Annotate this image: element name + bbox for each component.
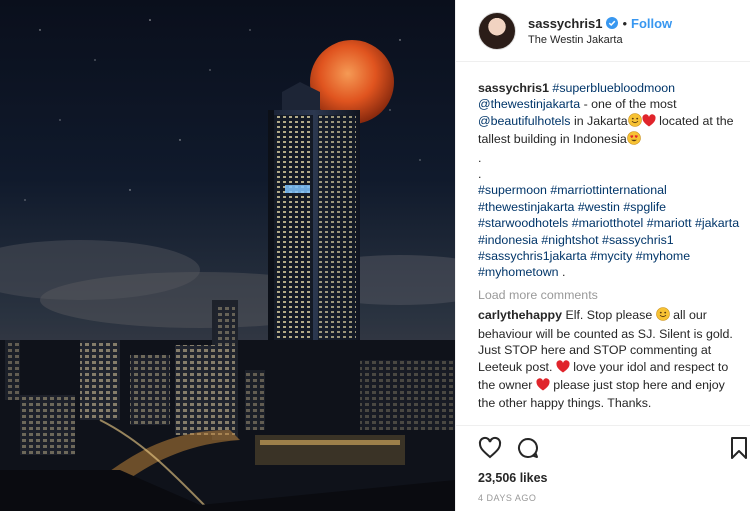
- action-icons: [478, 436, 540, 460]
- caption-hashtag-link[interactable]: #indonesia: [478, 233, 538, 247]
- comment-text: Elf. Stop please all our behaviour will …: [478, 307, 733, 410]
- heart-eyes-emoji-icon: [626, 131, 641, 149]
- caption-text: #superbluebloodmoon @thewestinjakarta - …: [478, 81, 739, 279]
- post-photo[interactable]: [0, 0, 455, 511]
- smile-emoji-icon: [627, 113, 642, 131]
- follow-button[interactable]: Follow: [631, 16, 672, 31]
- caption-hashtag-link[interactable]: #nightshot: [541, 233, 598, 247]
- location-link[interactable]: The Westin Jakarta: [528, 34, 672, 46]
- heart-emoji-icon: [642, 114, 656, 131]
- post-username[interactable]: sassychris1: [528, 16, 602, 31]
- photo-scene: [0, 19, 455, 511]
- header-text: sassychris1 • Follow The Westin Jakarta: [528, 16, 672, 46]
- caption-hashtag-link[interactable]: #sassychris1jakarta: [478, 249, 587, 263]
- smile-emoji-icon: [655, 307, 670, 325]
- caption-username[interactable]: sassychris1: [478, 81, 549, 95]
- city-skyline: [0, 300, 455, 511]
- post-sidebar: sassychris1 • Follow The Westin Jakarta …: [455, 0, 750, 511]
- comments-list: sassychris1 #superbluebloodmoon @thewest…: [478, 80, 740, 412]
- likes-count[interactable]: 23,506 likes: [478, 471, 548, 485]
- action-bar: 23,506 likes 4 DAYS AGO: [456, 425, 750, 511]
- caption-hashtag-link[interactable]: #mariotthotel: [572, 216, 644, 230]
- separator-dot: •: [622, 15, 628, 31]
- comment-username[interactable]: carlythehappy: [478, 308, 562, 322]
- avatar[interactable]: [478, 11, 516, 50]
- heart-icon[interactable]: [478, 436, 502, 460]
- post-header: sassychris1 • Follow The Westin Jakarta: [456, 0, 750, 62]
- caption-text-segment: in Jakarta: [570, 113, 628, 128]
- caption-hashtag-link[interactable]: #superbluebloodmoon: [552, 81, 675, 95]
- caption-hashtag-link[interactable]: #starwoodhotels: [478, 216, 568, 230]
- comment-text-segment: Elf. Stop please: [562, 308, 656, 323]
- caption-hashtag-link[interactable]: @beautifulhotels: [478, 114, 571, 128]
- verified-badge-icon: [606, 17, 619, 29]
- caption-hashtag-link[interactable]: #mycity: [590, 249, 632, 263]
- caption-hashtag-link[interactable]: #mariott: [647, 216, 692, 230]
- caption-hashtag-link[interactable]: #sassychris1: [602, 233, 674, 247]
- comment-item: carlythehappy Elf. Stop please all our b…: [478, 307, 740, 411]
- caption-text-segment: - one of the most: [580, 97, 677, 112]
- caption-hashtag-link[interactable]: #westin: [578, 200, 620, 214]
- caption-comment: sassychris1 #superbluebloodmoon @thewest…: [478, 80, 740, 281]
- load-more-comments-button[interactable]: Load more comments: [478, 287, 740, 303]
- post-timestamp: 4 DAYS AGO: [478, 493, 537, 503]
- caption-hashtag-link[interactable]: @thewestinjakarta: [478, 97, 580, 111]
- caption-text-segment: .: [478, 167, 482, 182]
- caption-hashtag-link[interactable]: #myhometown: [478, 265, 559, 279]
- comment-icon[interactable]: [516, 436, 540, 460]
- caption-hashtag-link[interactable]: #jakarta: [695, 216, 739, 230]
- header-top-row: sassychris1 • Follow: [528, 16, 672, 31]
- bookmark-icon[interactable]: [727, 436, 750, 460]
- caption-hashtag-link[interactable]: #thewestinjakarta: [478, 200, 574, 214]
- caption-hashtag-link[interactable]: #myhome: [636, 249, 690, 263]
- caption-text-segment: .: [478, 150, 482, 165]
- caption-hashtag-link[interactable]: #marriottinternational: [550, 183, 666, 197]
- heart-emoji-icon: [556, 359, 570, 377]
- caption-hashtag-link[interactable]: #supermoon: [478, 183, 547, 197]
- heart-emoji-icon: [536, 378, 550, 395]
- caption-text-segment: .: [558, 265, 566, 280]
- caption-hashtag-link[interactable]: #spglife: [623, 200, 666, 214]
